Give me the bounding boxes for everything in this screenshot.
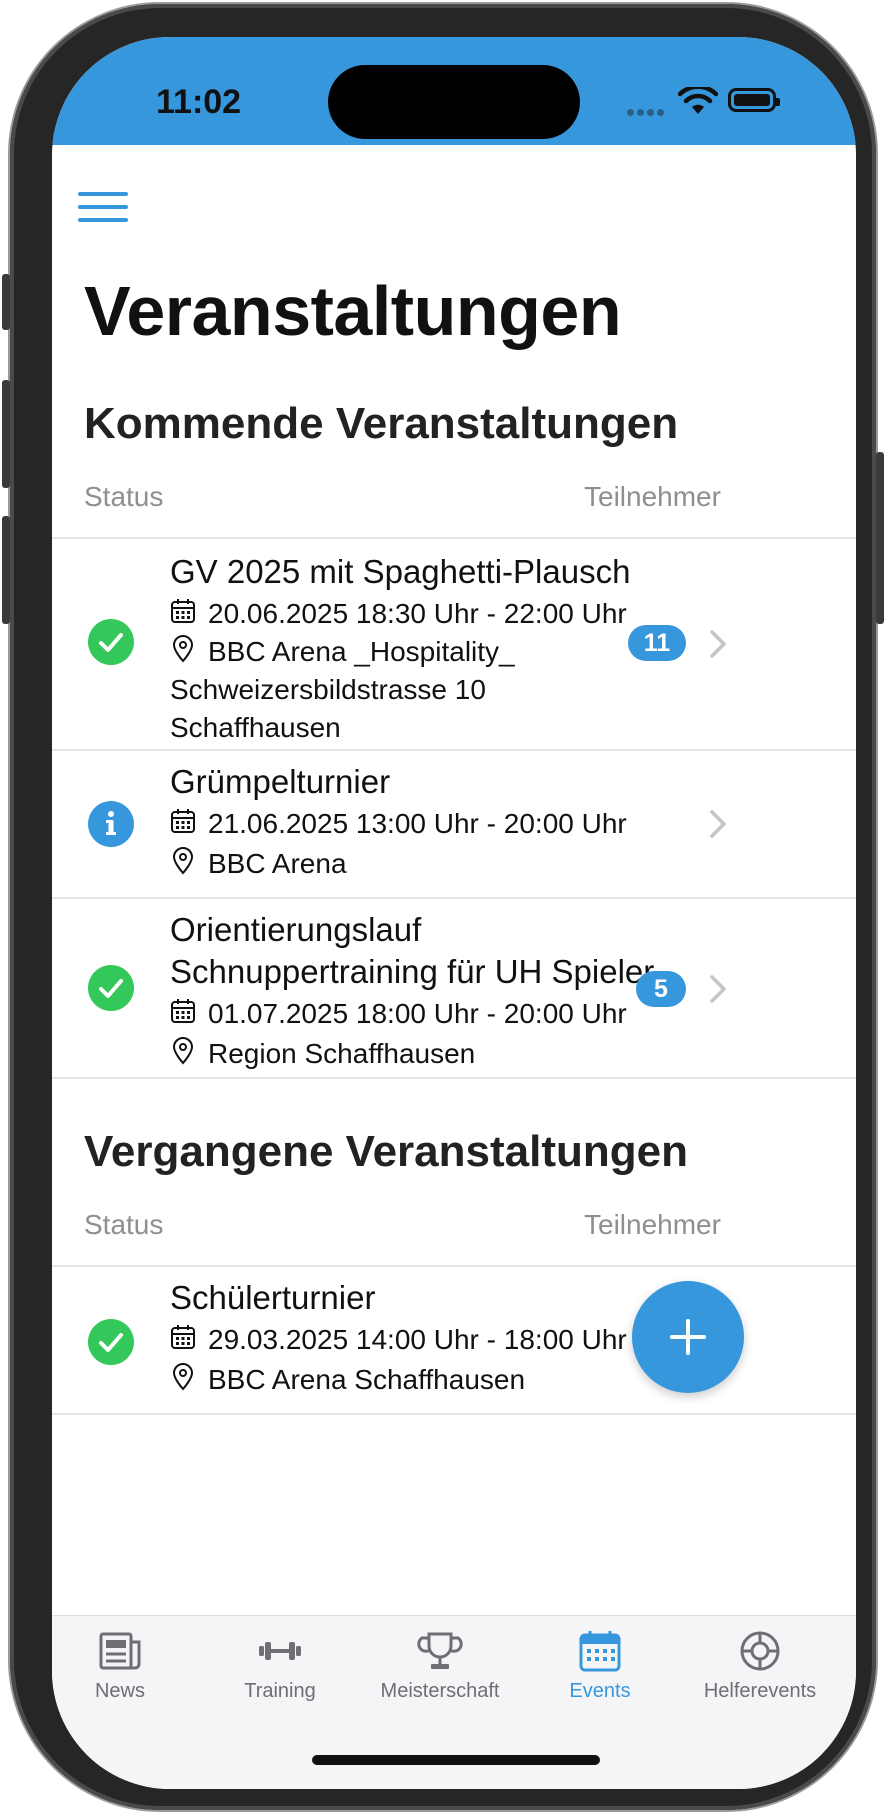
tab-news[interactable]: News <box>52 1628 200 1703</box>
dumbbell-icon <box>259 1642 301 1660</box>
screen: 11:02 Veranstaltungen Kommende Veranstal… <box>52 37 856 1789</box>
participants-badge: 5 <box>636 971 686 1007</box>
event-location: BBC Arena Schaffhausen <box>170 1361 650 1399</box>
event-row-orientierungslauf[interactable]: Orientierungslauf Schnuppertraining für … <box>52 899 856 1077</box>
location-pin-icon <box>172 1363 194 1391</box>
status-check-icon <box>88 965 134 1011</box>
event-location: Region Schaffhausen <box>170 1035 650 1073</box>
page-title: Veranstaltungen <box>84 272 622 350</box>
lifebuoy-icon <box>740 1631 780 1671</box>
chevron-right-icon <box>710 975 726 1003</box>
newspaper-icon <box>99 1632 141 1670</box>
status-info-icon <box>88 801 134 847</box>
battery-icon <box>728 88 780 112</box>
location-pin-icon <box>172 847 194 875</box>
event-location: BBC Arena _Hospitality_ Schweizersbildst… <box>170 635 515 743</box>
past-section-title: Vergangene Veranstaltungen <box>84 1127 688 1176</box>
calendar-icon <box>579 1631 621 1672</box>
calendar-icon <box>171 999 195 1023</box>
calendar-icon <box>171 1325 195 1349</box>
event-datetime: 29.03.2025 14:00 Uhr - 18:00 Uhr <box>170 1321 650 1359</box>
tab-helferevents[interactable]: Helferevents <box>680 1628 840 1703</box>
status-time: 11:02 <box>156 83 242 121</box>
calendar-icon <box>171 599 195 623</box>
participants-column-header: Teilnehmer <box>584 481 721 512</box>
participants-badge: 11 <box>628 625 686 661</box>
calendar-icon <box>171 809 195 833</box>
location-pin-icon <box>172 635 194 663</box>
event-datetime: 01.07.2025 18:00 Uhr - 20:00 Uhr <box>170 995 650 1033</box>
event-location: BBC Arena <box>170 845 650 883</box>
event-title-line-2: Schnuppertraining für UH Spieler <box>170 953 655 990</box>
event-title: Schülerturnier <box>170 1279 376 1316</box>
add-event-button[interactable] <box>632 1281 744 1393</box>
dynamic-island <box>328 65 580 139</box>
event-row-gruempelturnier[interactable]: Grümpelturnier 21.06.2025 13:00 Uhr - 20… <box>52 751 856 897</box>
power-button <box>876 452 884 624</box>
location-pin-icon <box>172 1037 194 1065</box>
home-indicator <box>312 1755 600 1765</box>
trophy-icon <box>417 1632 463 1669</box>
status-column-header: Status <box>84 1209 164 1240</box>
chevron-right-icon <box>710 630 726 658</box>
divider <box>52 1077 856 1079</box>
hamburger-menu-icon[interactable] <box>78 192 128 224</box>
tab-meisterschaft[interactable]: Meisterschaft <box>360 1628 520 1703</box>
mute-switch <box>2 274 10 330</box>
chevron-right-icon <box>710 810 726 838</box>
event-title: GV 2025 mit Spaghetti-Plausch <box>170 553 631 590</box>
status-check-icon <box>88 1319 134 1365</box>
upcoming-section-title: Kommende Veranstaltungen <box>84 399 679 448</box>
tab-events[interactable]: Events <box>520 1628 680 1703</box>
tab-training[interactable]: Training <box>200 1628 360 1703</box>
status-bar: 11:02 <box>52 37 856 145</box>
divider <box>52 1413 856 1415</box>
status-column-header: Status <box>84 481 164 512</box>
phone-frame: 11:02 Veranstaltungen Kommende Veranstal… <box>2 4 884 1810</box>
event-datetime: 20.06.2025 18:30 Uhr - 22:00 Uhr <box>170 595 650 633</box>
event-title: Grümpelturnier <box>170 763 391 800</box>
volume-up-button <box>2 380 10 488</box>
signal-icon <box>627 103 667 121</box>
event-datetime: 21.06.2025 13:00 Uhr - 20:00 Uhr <box>170 805 650 843</box>
status-check-icon <box>88 619 134 665</box>
wifi-icon <box>678 87 718 114</box>
event-title-line-1: Orientierungslauf <box>170 911 422 948</box>
event-row-gv-2025[interactable]: GV 2025 mit Spaghetti-Plausch 20.06.2025… <box>52 539 856 749</box>
plus-icon <box>670 1319 706 1355</box>
participants-column-header: Teilnehmer <box>584 1209 721 1240</box>
volume-down-button <box>2 516 10 624</box>
